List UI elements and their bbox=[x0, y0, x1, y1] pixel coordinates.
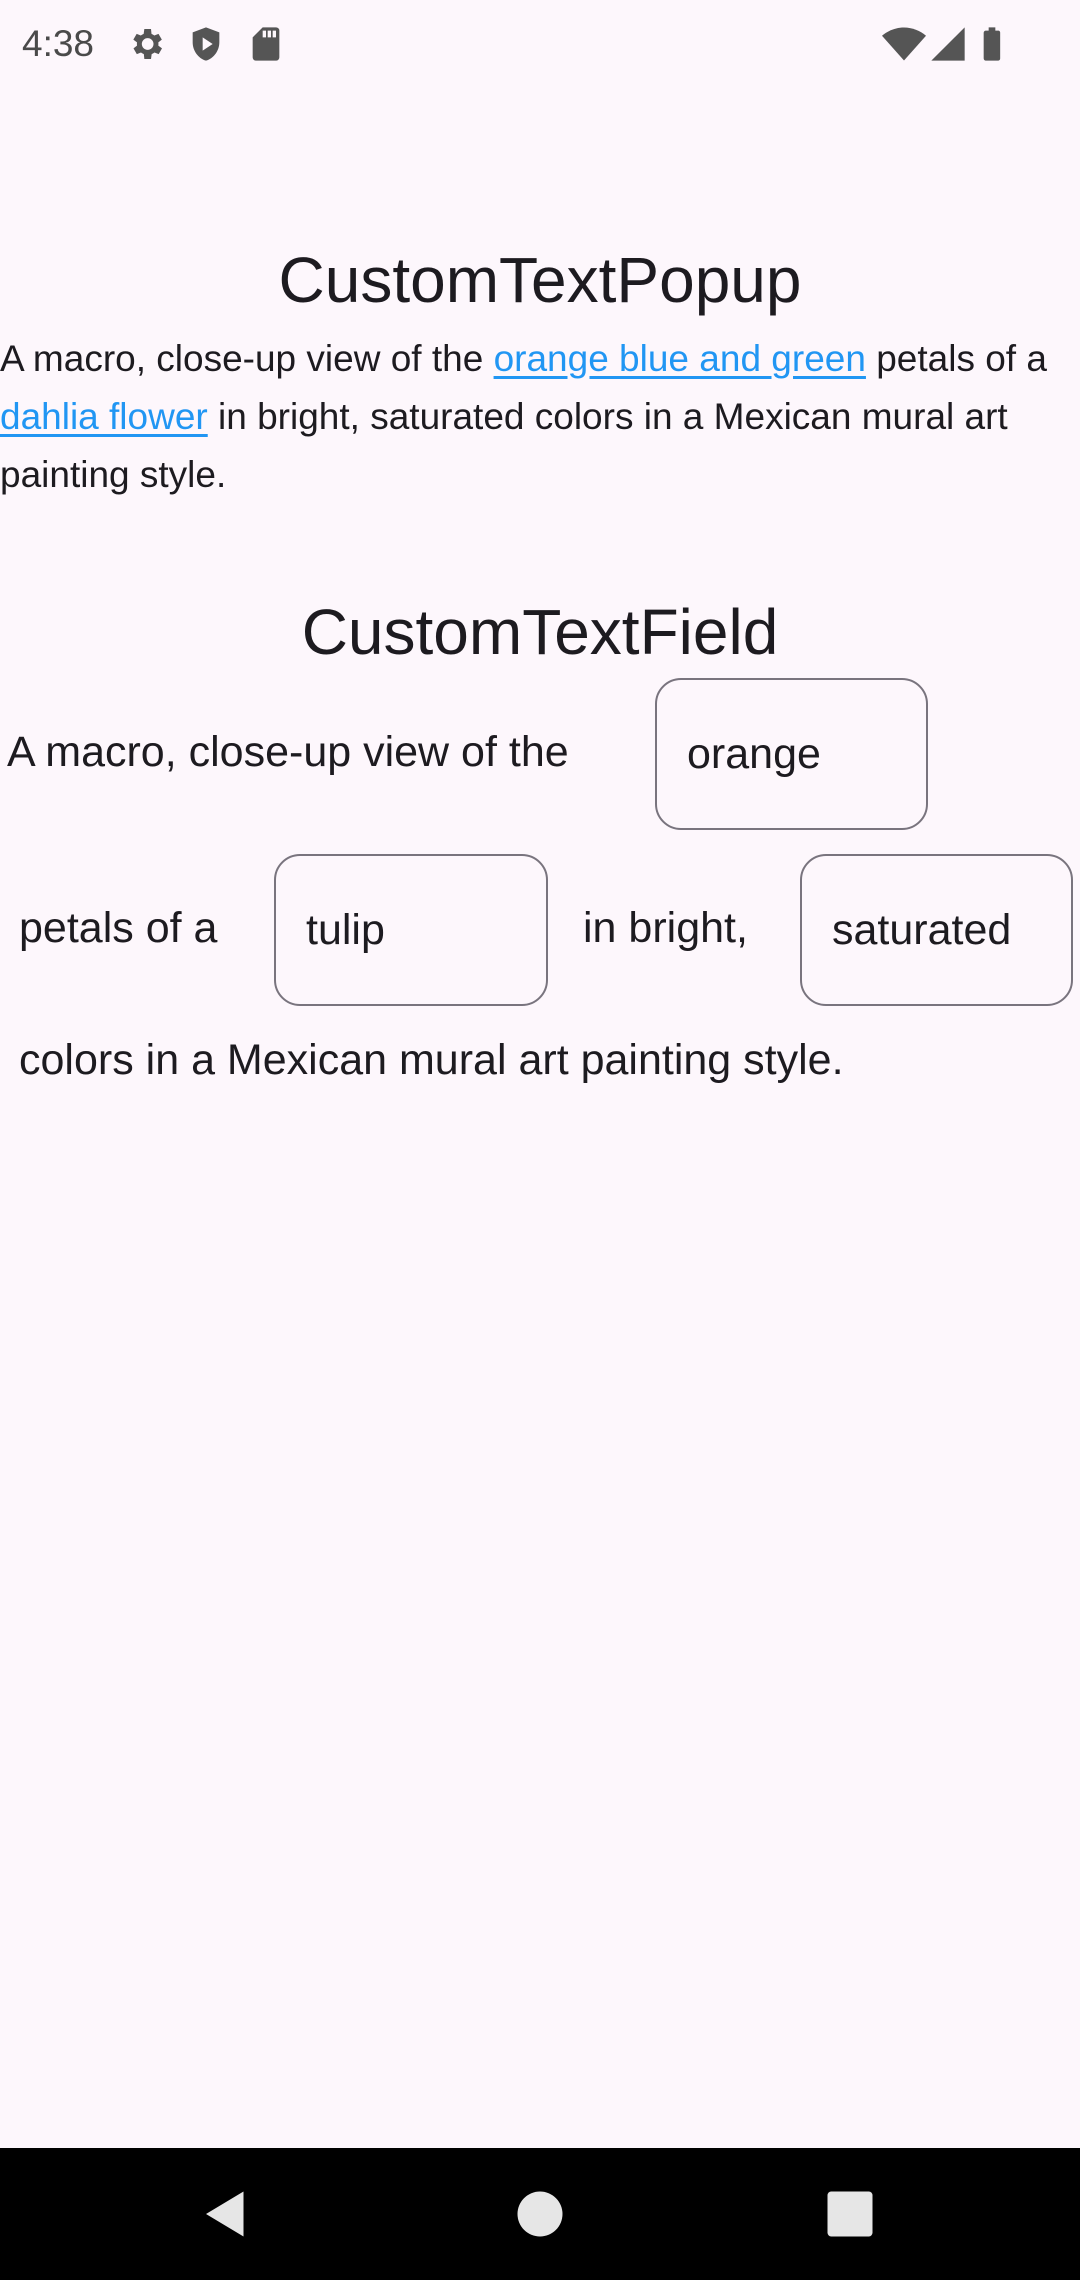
color-text-field[interactable] bbox=[655, 678, 928, 830]
status-time: 4:38 bbox=[22, 23, 95, 64]
battery-icon bbox=[972, 22, 1012, 66]
shield-icon bbox=[186, 22, 226, 66]
home-icon[interactable] bbox=[510, 2184, 570, 2244]
flower-text-field[interactable] bbox=[274, 854, 548, 1006]
flower-choice-link[interactable]: dahlia flower bbox=[0, 396, 208, 437]
saturation-text-field[interactable] bbox=[800, 854, 1073, 1006]
wifi-icon bbox=[882, 22, 926, 66]
status-bar: 4:38 bbox=[0, 0, 1080, 88]
popup-section-title: CustomTextPopup bbox=[278, 244, 802, 316]
field-section-title: CustomTextField bbox=[301, 596, 779, 668]
color-choice-link[interactable]: orange blue and green bbox=[494, 338, 866, 379]
field-text-2: petals of a bbox=[19, 904, 218, 952]
field-text-1: A macro, close-up view of the bbox=[7, 728, 569, 776]
recents-icon[interactable] bbox=[820, 2184, 880, 2244]
popup-text-1: A macro, close-up view of the bbox=[0, 338, 494, 379]
field-text-3: in bright, bbox=[583, 904, 748, 952]
popup-text-2: petals of a bbox=[865, 338, 1047, 379]
gear-icon bbox=[126, 22, 166, 66]
sd-card-icon bbox=[246, 22, 286, 66]
navigation-bar bbox=[0, 2148, 1080, 2280]
back-icon[interactable] bbox=[196, 2184, 256, 2244]
field-text-4: colors in a Mexican mural art painting s… bbox=[19, 1036, 844, 1084]
signal-icon bbox=[928, 22, 968, 66]
popup-paragraph: A macro, close-up view of the orange blu… bbox=[0, 330, 1080, 504]
